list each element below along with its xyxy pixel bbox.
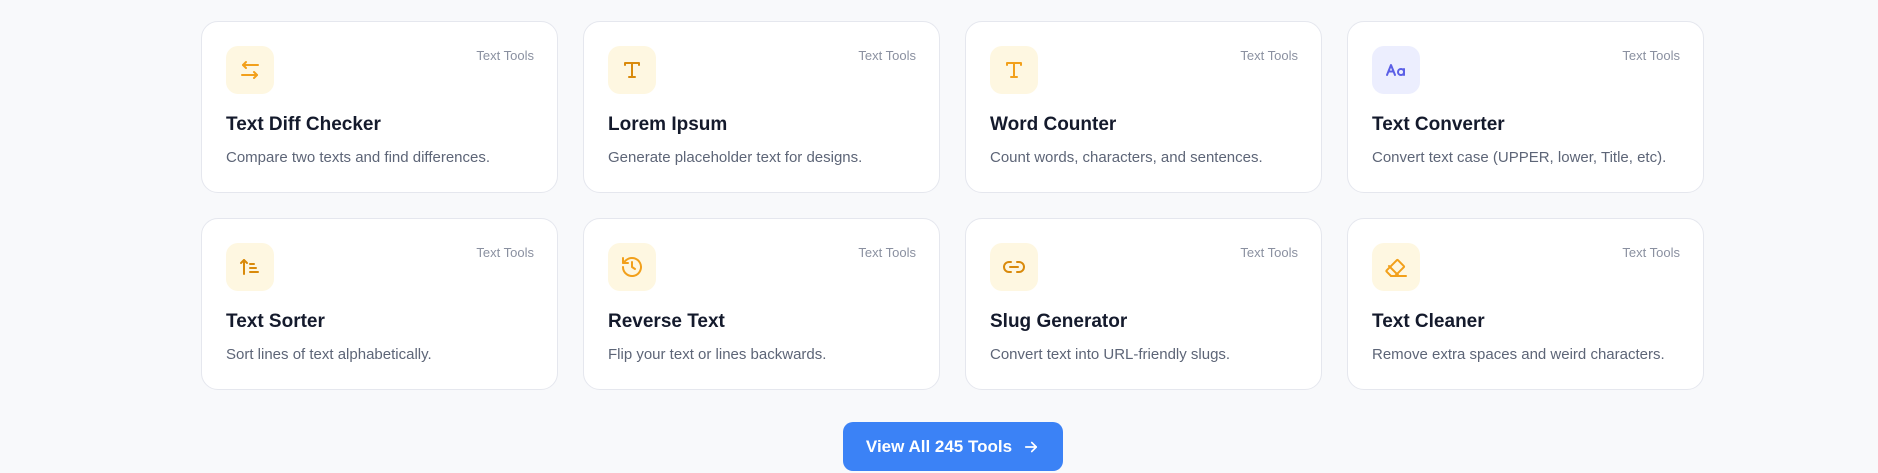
eraser-icon [1372,243,1420,291]
text-type-icon [990,46,1038,94]
history-icon [608,243,656,291]
tool-description: Convert text case (UPPER, lower, Title, … [1372,149,1667,166]
tool-description: Convert text into URL-friendly slugs. [990,346,1231,363]
tool-card-text-converter[interactable]: Text Tools Text Converter Convert text c… [1347,21,1704,193]
tool-description: Sort lines of text alphabetically. [226,346,432,363]
tool-title: Text Diff Checker [226,114,381,135]
tool-title: Slug Generator [990,311,1128,332]
view-all-tools-button[interactable]: View All 245 Tools [843,422,1063,471]
letter-case-icon [1372,46,1420,94]
category-label: Text Tools [476,245,534,260]
tool-title: Text Sorter [226,311,325,332]
tool-card-reverse-text[interactable]: Text Tools Reverse Text Flip your text o… [583,218,940,390]
arrows-swap-icon [226,46,274,94]
category-label: Text Tools [858,245,916,260]
tool-card-text-sorter[interactable]: Text Tools Text Sorter Sort lines of tex… [201,218,558,390]
tools-grid: Text Tools Text Diff Checker Compare two… [201,21,1705,390]
view-all-label: View All 245 Tools [865,436,1013,456]
category-label: Text Tools [1240,48,1298,63]
sort-ascending-icon [226,243,274,291]
category-label: Text Tools [1622,48,1680,63]
tool-description: Compare two texts and find differences. [226,149,491,166]
category-label: Text Tools [858,48,916,63]
tool-card-text-diff-checker[interactable]: Text Tools Text Diff Checker Compare two… [201,21,558,193]
tool-card-slug-generator[interactable]: Text Tools Slug Generator Convert text i… [965,218,1322,390]
link-icon [990,243,1038,291]
tool-title: Word Counter [990,114,1117,135]
category-label: Text Tools [476,48,534,63]
tool-card-lorem-ipsum[interactable]: Text Tools Lorem Ipsum Generate placehol… [583,21,940,193]
tool-title: Reverse Text [608,311,725,332]
tool-description: Flip your text or lines backwards. [608,346,827,363]
arrow-right-icon [1024,441,1038,452]
text-type-icon [608,46,656,94]
tool-description: Remove extra spaces and weird characters… [1372,346,1665,363]
category-label: Text Tools [1240,245,1298,260]
tool-card-text-cleaner[interactable]: Text Tools Text Cleaner Remove extra spa… [1347,218,1704,390]
tool-title: Text Cleaner [1372,311,1485,332]
tool-card-word-counter[interactable]: Text Tools Word Counter Count words, cha… [965,21,1322,193]
tool-title: Text Converter [1372,114,1505,135]
tool-description: Count words, characters, and sentences. [990,149,1263,166]
tool-description: Generate placeholder text for designs. [608,149,863,166]
category-label: Text Tools [1622,245,1680,260]
tool-title: Lorem Ipsum [608,114,728,135]
